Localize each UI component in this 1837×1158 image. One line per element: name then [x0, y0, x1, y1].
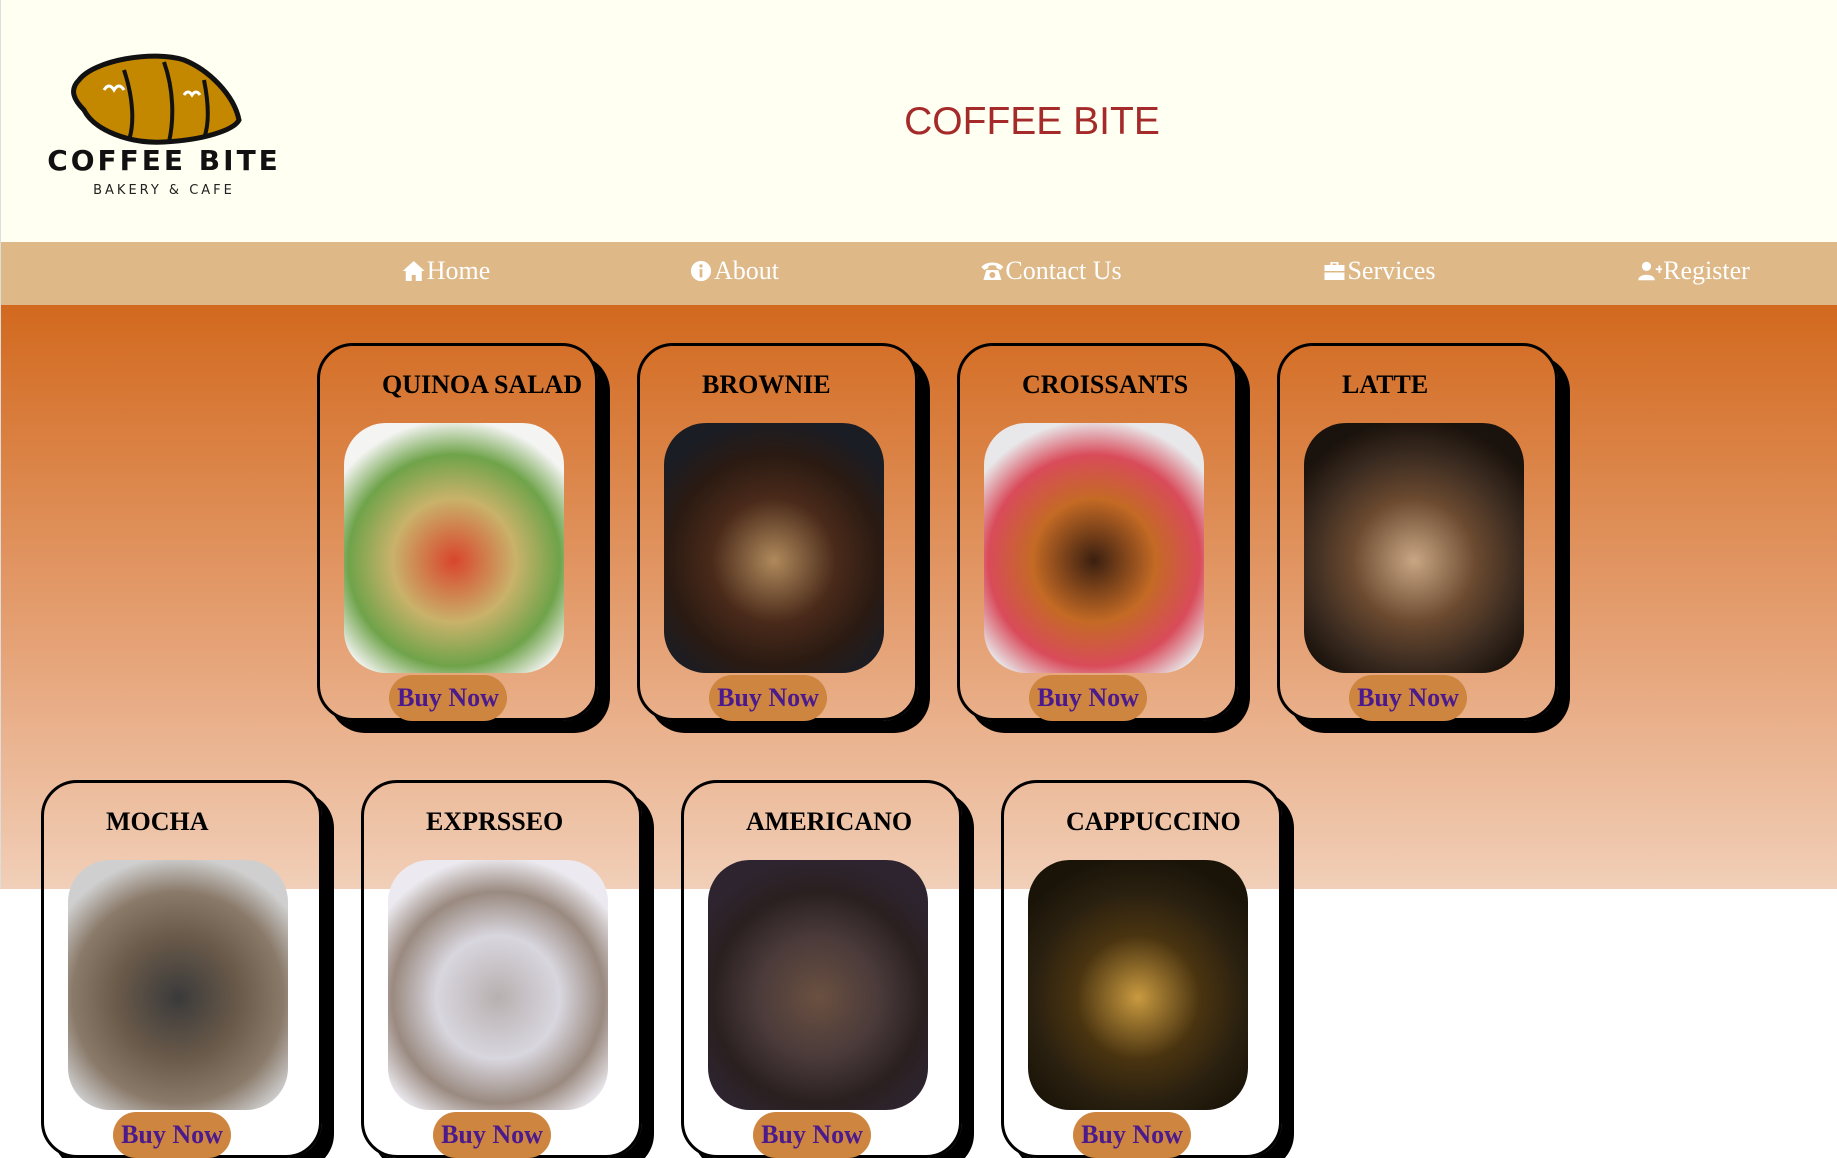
- product-name: LATTE: [1342, 370, 1429, 399]
- nav-about-label: About: [714, 256, 779, 285]
- nav-home[interactable]: Home: [402, 256, 491, 286]
- buy-now-button[interactable]: Buy Now: [709, 675, 827, 721]
- buy-now-button[interactable]: Buy Now: [1349, 675, 1467, 721]
- product-card: LATTE Buy Now: [1277, 343, 1558, 721]
- product-card: CAPPUCCINO Buy Now: [1001, 780, 1282, 1158]
- phone-icon: [981, 262, 1004, 280]
- product-card: BROWNIE Buy Now: [637, 343, 918, 721]
- buy-now-button[interactable]: Buy Now: [433, 1112, 551, 1158]
- nav-home-label: Home: [426, 256, 491, 285]
- nav-register-label: Register: [1663, 256, 1750, 285]
- product-card: CROISSANTS Buy Now: [957, 343, 1238, 721]
- product-name: MOCHA: [106, 807, 209, 836]
- product-name: AMERICANO: [746, 807, 913, 836]
- nav-services-label: Services: [1347, 256, 1436, 285]
- product-card: EXPRSSEO Buy Now: [361, 780, 642, 1158]
- product-name: QUINOA SALAD: [382, 370, 583, 399]
- info-icon: [690, 260, 712, 282]
- cappuccino-image: [1028, 860, 1248, 1110]
- brownie-image: [664, 423, 884, 673]
- main-nav: Home About Contact Us Services Register: [1, 242, 1837, 305]
- nav-contact-us-label: Contact Us: [1005, 256, 1122, 285]
- buy-now-button[interactable]: Buy Now: [389, 675, 507, 721]
- buy-now-button[interactable]: Buy Now: [753, 1112, 871, 1158]
- product-card: QUINOA SALAD Buy Now: [317, 343, 598, 721]
- product-name: CROISSANTS: [1022, 370, 1189, 399]
- product-grid: QUINOA SALAD Buy Now BROWNIE Buy Now CROISSA…: [1, 305, 1837, 1158]
- nav-register[interactable]: Register: [1638, 256, 1750, 286]
- home-icon: [402, 261, 425, 281]
- product-card: AMERICANO Buy Now: [681, 780, 962, 1158]
- espresso-image: [388, 860, 608, 1110]
- croissants-image: [984, 423, 1204, 673]
- product-name: BROWNIE: [702, 370, 831, 399]
- nav-services[interactable]: Services: [1322, 256, 1436, 286]
- briefcase-icon: [1324, 262, 1345, 280]
- buy-now-button[interactable]: Buy Now: [113, 1112, 231, 1158]
- nav-contact-us[interactable]: Contact Us: [980, 256, 1122, 286]
- latte-image: [1304, 423, 1524, 673]
- americano-image: [708, 860, 928, 1110]
- product-name: EXPRSSEO: [426, 807, 564, 836]
- site-title: COFFEE BITE: [904, 100, 1160, 143]
- user-plus-icon: [1638, 261, 1663, 281]
- logo-brand-text: COFFEE BITE: [47, 144, 281, 177]
- nav-about[interactable]: About: [689, 256, 779, 286]
- site-header: COFFEE BITE BAKERY & CAFE COFFEE BITE: [1, 0, 1837, 242]
- product-card: MOCHA Buy Now: [41, 780, 322, 1158]
- buy-now-button[interactable]: Buy Now: [1029, 675, 1147, 721]
- quinoa-salad-image: [344, 423, 564, 673]
- mocha-image: [68, 860, 288, 1110]
- product-name: CAPPUCCINO: [1066, 807, 1241, 836]
- buy-now-button[interactable]: Buy Now: [1073, 1112, 1191, 1158]
- logo-tagline-text: BAKERY & CAFE: [93, 183, 235, 198]
